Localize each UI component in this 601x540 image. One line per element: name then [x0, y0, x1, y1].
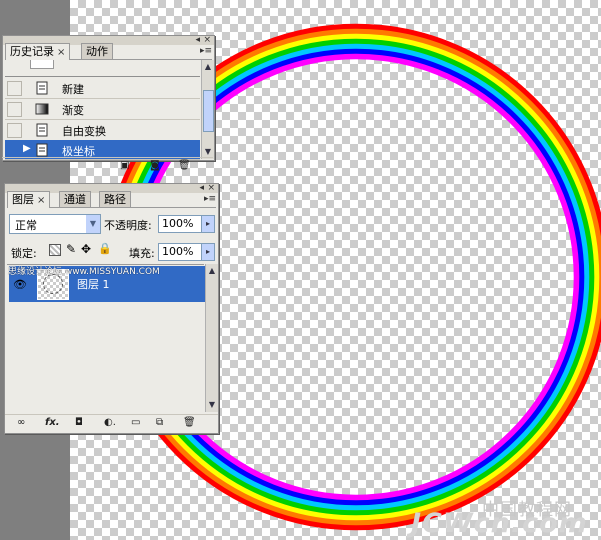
watermark-en: JCWcn.com — [411, 508, 588, 539]
new-layer-icon[interactable]: ⧉ — [156, 417, 163, 429]
history-source-checkbox[interactable] — [7, 143, 22, 158]
fx-icon[interactable]: fx. — [45, 417, 60, 429]
layers-scrollbar[interactable]: ▲ ▼ — [205, 264, 218, 412]
history-item-label: 渐变 — [62, 104, 84, 117]
scroll-up-icon[interactable]: ▲ — [207, 266, 217, 276]
history-item-label: 自由变换 — [62, 125, 106, 138]
trash-icon[interactable]: 🗑 — [178, 160, 191, 172]
history-snapshot-row[interactable] — [5, 60, 200, 77]
history-source-checkbox[interactable] — [7, 102, 22, 117]
fill-input[interactable]: 100% ▸ — [158, 243, 215, 261]
opacity-value: 100% — [162, 217, 194, 230]
layers-footer: ∞ fx. ◘ ◐. ▭ ⧉ 🗑 — [5, 414, 218, 431]
scroll-up-icon[interactable]: ▲ — [203, 62, 213, 72]
fill-value: 100% — [162, 245, 194, 258]
tab-history[interactable]: 历史记录 × — [5, 43, 71, 60]
layers-tabs: 图层 × 通道 路径 ▸≡ — [7, 191, 216, 208]
panel-menu-icon[interactable]: ▸≡ — [200, 46, 212, 56]
lock-position-icon[interactable]: ✥ — [81, 242, 91, 256]
scroll-down-icon[interactable]: ▼ — [207, 400, 217, 410]
fill-slider-arrow-icon[interactable]: ▸ — [201, 243, 215, 261]
document-icon — [36, 81, 48, 95]
tab-actions[interactable]: 动作 — [81, 43, 113, 59]
opacity-input[interactable]: 100% ▸ — [158, 215, 215, 233]
tab-layers[interactable]: 图层 × — [7, 191, 51, 208]
blend-mode-value: 正常 — [15, 219, 37, 232]
tab-channels[interactable]: 通道 — [59, 191, 91, 207]
lock-all-icon[interactable]: 🔒 — [98, 242, 112, 255]
chevron-down-icon[interactable]: ▼ — [86, 215, 100, 233]
adjustment-icon[interactable]: ◐. — [104, 417, 116, 429]
new-document-from-state-icon[interactable]: ▣ — [120, 160, 129, 172]
history-scrollbar[interactable]: ▲ ▼ — [201, 60, 214, 159]
eye-visibility-icon[interactable]: 👁 — [13, 278, 27, 291]
mask-icon[interactable]: ◘ — [75, 417, 83, 429]
history-footer: ▣ ◙ 🗑 — [2, 157, 213, 174]
document-icon — [36, 143, 48, 157]
history-item[interactable]: 新建 — [5, 78, 200, 99]
watermark-top: 思缘设计论坛 www.MISSYUAN.COM — [8, 267, 160, 277]
scroll-thumb[interactable] — [203, 90, 214, 132]
tab-label: 通道 — [64, 193, 86, 206]
tab-paths[interactable]: 路径 — [99, 191, 131, 207]
layers-panel: ◂ × 图层 × 通道 路径 ▸≡ 正常 ▼ 不透明度: 100% ▸ 锁定: ✎… — [4, 183, 219, 434]
history-state-marker-icon: ▶ — [23, 143, 31, 154]
link-icon[interactable]: ∞ — [17, 417, 25, 429]
tab-label: 路径 — [104, 193, 126, 206]
opacity-label: 不透明度: — [104, 219, 152, 232]
lock-label: 锁定: — [11, 247, 37, 260]
history-source-checkbox[interactable] — [7, 81, 22, 96]
fill-label: 填充: — [129, 247, 155, 260]
scroll-down-icon[interactable]: ▼ — [203, 147, 213, 157]
gradient-icon — [35, 103, 49, 115]
tab-label: 动作 — [86, 45, 108, 58]
tab-close-icon[interactable]: × — [37, 195, 45, 206]
tab-label: 图层 — [12, 193, 34, 206]
group-folder-icon[interactable]: ▭ — [131, 417, 140, 429]
history-source-checkbox[interactable] — [7, 123, 22, 138]
history-item[interactable]: 渐变 — [5, 99, 200, 120]
lock-transparent-pixels-icon[interactable] — [49, 244, 61, 256]
panel-menu-icon[interactable]: ▸≡ — [204, 194, 216, 204]
tab-close-icon[interactable]: × — [57, 47, 65, 58]
blend-mode-select[interactable]: 正常 ▼ — [9, 214, 101, 234]
snapshot-thumbnail — [30, 60, 54, 69]
history-item[interactable]: 自由变换 — [5, 120, 200, 141]
layer-name: 图层 1 — [77, 278, 110, 291]
tab-label: 历史记录 — [10, 45, 54, 58]
lock-image-pixels-icon[interactable]: ✎ — [66, 242, 76, 256]
document-icon — [36, 123, 48, 137]
trash-icon[interactable]: 🗑 — [183, 417, 196, 429]
history-tabs: 历史记录 × 动作 ▸≡ — [5, 43, 212, 60]
history-item-label: 新建 — [62, 83, 84, 96]
snapshot-icon[interactable]: ◙ — [150, 160, 160, 172]
history-panel: ◂ × 历史记录 × 动作 ▸≡ 新建 渐变 自由变换 ▶ 极坐标 ▲ ▼ — [2, 35, 215, 161]
opacity-slider-arrow-icon[interactable]: ▸ — [201, 215, 215, 233]
